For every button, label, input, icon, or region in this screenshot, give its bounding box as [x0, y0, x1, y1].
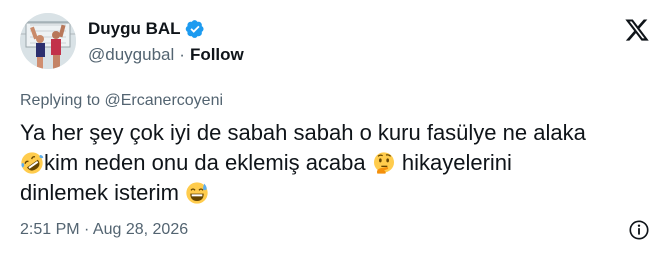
- reply-mention-link[interactable]: @Ercanercoyeni: [105, 92, 224, 109]
- tweet-footer: 2:51 PM · Aug 28, 2026: [20, 218, 650, 242]
- grinning-face-with-sweat-emoji: [186, 182, 208, 204]
- replying-to: Replying to @Ercanercoyeni: [20, 92, 223, 110]
- separator-dot: ·: [179, 45, 185, 64]
- tweet-text: Ya her şey çok iyi de sabah sabah o kuru…: [20, 118, 650, 208]
- tweet-line-3: dinlemek isterim: [20, 178, 650, 208]
- thinking-face-emoji: [373, 152, 394, 174]
- verified-badge-icon: [185, 20, 204, 38]
- follow-button[interactable]: Follow: [190, 45, 244, 65]
- timestamp[interactable]: 2:51 PM · Aug 28, 2026: [20, 221, 188, 239]
- tweet-line-2: kim neden onu da eklemiş acaba hikayeler…: [20, 148, 650, 178]
- avatar-image: [20, 13, 76, 69]
- rolling-on-floor-laughing-emoji: [21, 152, 44, 174]
- display-name[interactable]: Duygu BAL: [88, 19, 181, 39]
- handle-row: @duygubal · Follow: [88, 43, 244, 67]
- tweet-line-3-text: dinlemek isterim: [20, 180, 186, 205]
- tweet-line-1: Ya her şey çok iyi de sabah sabah o kuru…: [20, 120, 586, 145]
- name-row: Duygu BAL: [88, 18, 244, 40]
- tweet-line-2-text-b: hikayelerini: [395, 150, 512, 175]
- author-info: Duygu BAL @duygubal · Follow: [88, 18, 244, 67]
- tweet-header: Duygu BAL @duygubal · Follow: [20, 13, 650, 71]
- handle[interactable]: @duygubal: [88, 45, 174, 65]
- replying-prefix: Replying to: [20, 92, 105, 109]
- x-logo-icon[interactable]: [624, 17, 650, 43]
- avatar[interactable]: [20, 13, 76, 69]
- info-icon[interactable]: [628, 219, 650, 241]
- tweet-line-2-text-a: kim neden onu da eklemiş acaba: [44, 150, 372, 175]
